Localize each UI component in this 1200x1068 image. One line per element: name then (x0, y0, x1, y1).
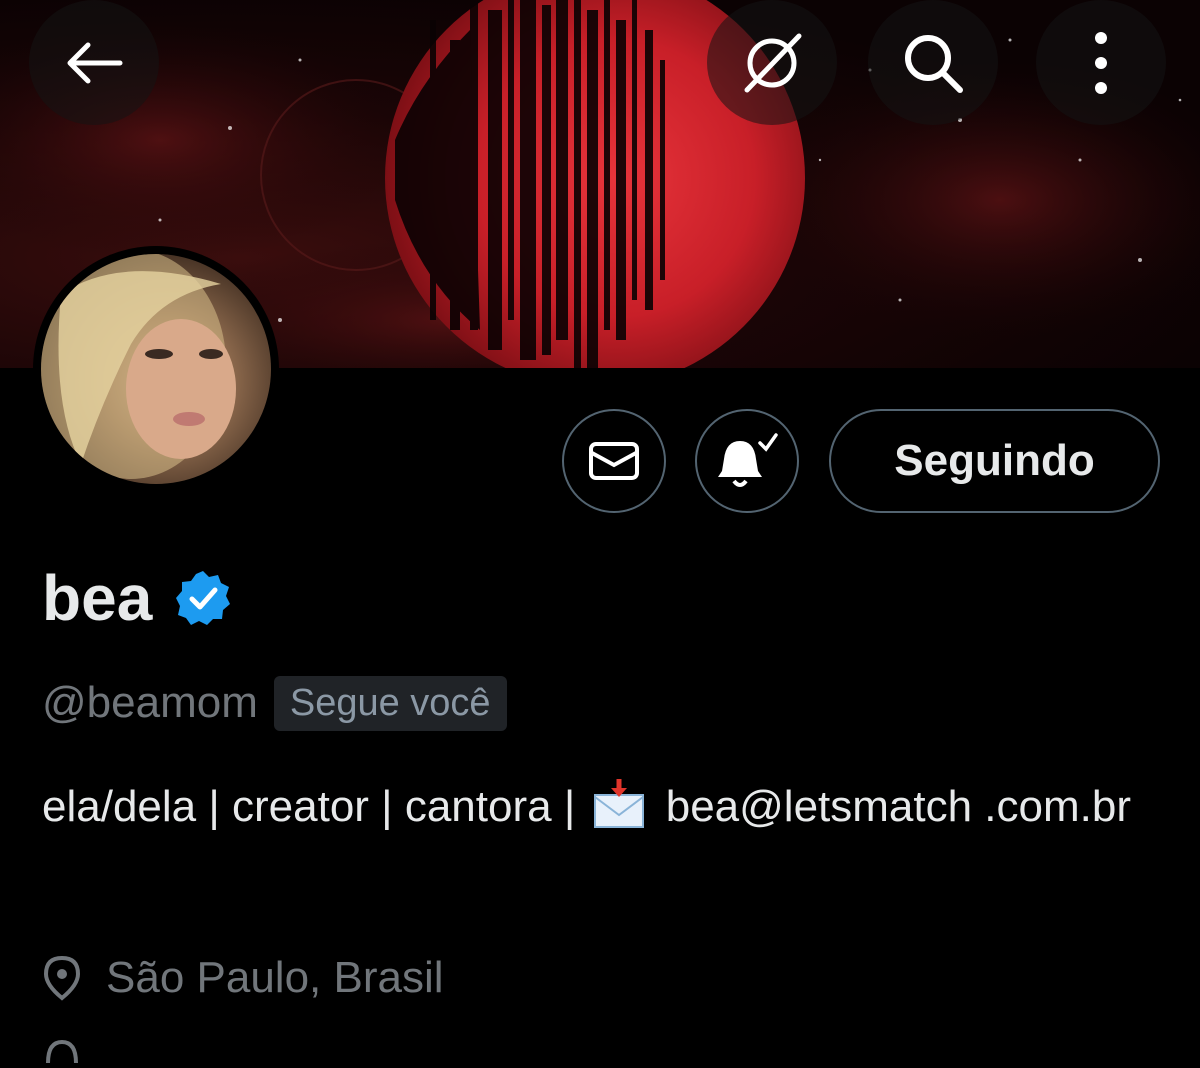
location-text: São Paulo, Brasil (106, 953, 444, 1002)
more-button[interactable] (1036, 0, 1166, 125)
grok-icon (744, 33, 802, 92)
bio: ela/dela | creator | cantora | bea@letsm… (42, 774, 1162, 848)
avatar-photo (41, 254, 271, 484)
following-button[interactable]: Seguindo (829, 409, 1160, 513)
more-vertical-icon (1095, 31, 1107, 94)
message-button[interactable] (562, 409, 666, 513)
envelope-with-arrow-emoji (591, 777, 647, 848)
notifications-button[interactable] (695, 409, 799, 513)
arrow-left-icon (67, 42, 123, 83)
avatar[interactable] (33, 246, 279, 492)
bio-email[interactable]: bea@letsmatch .com.br (666, 782, 1131, 831)
location-pin-icon (43, 955, 81, 1001)
bio-text: ela/dela | creator | cantora | (42, 782, 576, 831)
display-name: bea (42, 561, 153, 634)
bell-check-icon (718, 433, 778, 487)
verified-badge-icon[interactable] (174, 569, 232, 627)
user-handle: @beamom (42, 678, 258, 727)
search-button[interactable] (868, 0, 998, 125)
name-row: bea (42, 560, 232, 635)
envelope-icon (589, 442, 639, 480)
back-button[interactable] (29, 0, 159, 125)
grok-button[interactable] (707, 0, 837, 125)
location-row: São Paulo, Brasil (42, 948, 444, 1008)
follows-you-badge: Segue você (273, 675, 507, 731)
search-icon (905, 34, 963, 93)
handle-row: @beamom Segue você (42, 672, 507, 734)
next-row-cutoff (42, 1036, 82, 1068)
